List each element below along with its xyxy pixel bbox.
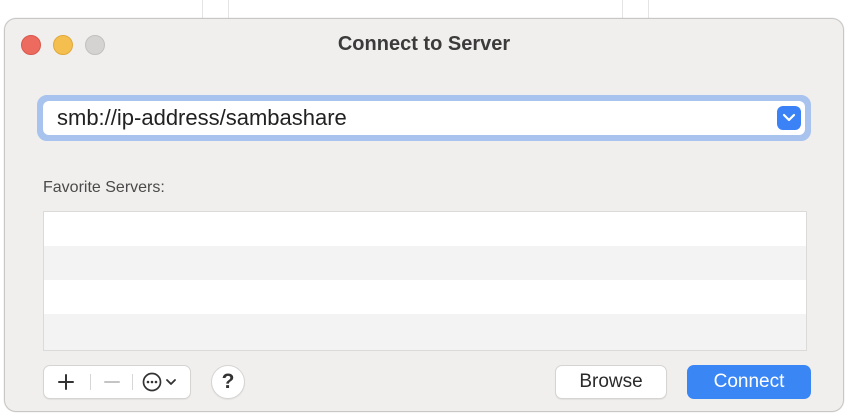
favorite-servers-list[interactable] [43, 211, 807, 351]
ellipsis-circle-icon [142, 372, 176, 392]
list-item[interactable] [44, 212, 806, 246]
server-address-input[interactable] [57, 101, 757, 135]
server-address-field [43, 101, 805, 135]
help-button[interactable]: ? [211, 365, 245, 399]
segment-divider [90, 374, 91, 390]
remove-favorite-button [92, 366, 132, 398]
title-bar[interactable]: Connect to Server [5, 19, 843, 71]
minus-icon [104, 381, 120, 383]
list-item[interactable] [44, 246, 806, 280]
screen: Connect to Server Favorite Servers: [0, 0, 856, 420]
plus-icon [58, 374, 74, 390]
background-divider [228, 0, 229, 20]
list-item[interactable] [44, 280, 806, 314]
add-favorite-button[interactable] [44, 366, 88, 398]
background-strip [0, 0, 856, 20]
segment-divider [132, 374, 133, 390]
background-divider [202, 0, 203, 20]
background-divider [648, 0, 649, 20]
window-title: Connect to Server [337, 33, 511, 55]
more-actions-menu-button[interactable] [134, 366, 190, 398]
list-item[interactable] [44, 314, 806, 350]
recent-servers-dropdown-button[interactable] [777, 106, 801, 130]
connect-button[interactable]: Connect [687, 365, 811, 399]
favorite-servers-label: Favorite Servers: [43, 179, 165, 196]
background-divider [622, 0, 623, 20]
chevron-down-icon [782, 113, 796, 122]
favorites-edit-controls [43, 365, 191, 399]
browse-button[interactable]: Browse [555, 365, 667, 399]
server-address-combobox [37, 95, 811, 141]
connect-to-server-dialog: Connect to Server Favorite Servers: [4, 18, 844, 412]
